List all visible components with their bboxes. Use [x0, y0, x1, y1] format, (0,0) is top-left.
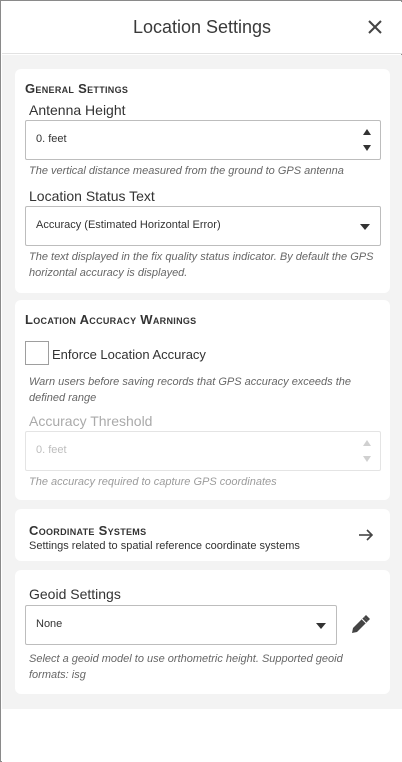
antenna-height-label: Antenna Height [29, 102, 126, 118]
coordinate-systems-title: Coordinate Systems [29, 523, 147, 538]
enforce-accuracy-checkbox[interactable] [25, 341, 49, 365]
arrow-right-icon[interactable] [358, 528, 374, 542]
chevron-down-icon [316, 623, 326, 629]
antenna-height-input[interactable]: 0. feet [25, 120, 381, 160]
geoid-value: None [36, 618, 63, 630]
geoid-hint: Select a geoid model to use orthometric … [29, 653, 343, 681]
antenna-height-value: 0. feet [36, 133, 67, 145]
coordinate-systems-subtitle: Settings related to spatial reference co… [29, 540, 300, 552]
location-status-value: Accuracy (Estimated Horizontal Error) [36, 219, 221, 231]
location-status-hint: The text displayed in the fix quality st… [29, 251, 374, 279]
close-button[interactable] [364, 16, 386, 38]
accuracy-threshold-input: 0. feet [25, 431, 381, 471]
enforce-accuracy-label[interactable]: Enforce Location Accuracy [52, 347, 206, 362]
geoid-settings-label: Geoid Settings [29, 586, 121, 602]
spin-up-icon[interactable] [362, 128, 372, 136]
panel-header: Location Settings [2, 2, 402, 54]
panel-footer [2, 709, 402, 762]
close-icon [368, 20, 382, 34]
general-settings-title: General Settings [25, 81, 129, 96]
spin-up-icon [363, 440, 371, 446]
spin-down-icon[interactable] [362, 144, 372, 152]
panel-title: Location Settings [132, 17, 272, 37]
coordinate-systems-card[interactable]: Coordinate Systems Settings related to s… [15, 509, 390, 561]
location-status-select[interactable]: Accuracy (Estimated Horizontal Error) [25, 206, 381, 246]
chevron-down-icon [360, 224, 370, 230]
general-settings-card: General Settings Antenna Height 0. feet … [15, 69, 390, 293]
accuracy-threshold-value: 0. feet [36, 444, 67, 456]
enforce-accuracy-hint: Warn users before saving records that GP… [29, 376, 352, 404]
accuracy-warnings-card: Location Accuracy Warnings Enforce Locat… [15, 300, 390, 500]
pencil-icon [352, 615, 370, 633]
location-settings-panel: Location Settings General Settings Anten… [0, 0, 402, 762]
geoid-settings-card: Geoid Settings None Select a geoid model… [15, 570, 390, 694]
spin-down-icon [363, 456, 371, 462]
accuracy-warnings-title: Location Accuracy Warnings [25, 312, 197, 327]
edit-geoid-button[interactable] [349, 614, 371, 636]
accuracy-threshold-hint: The accuracy required to capture GPS coo… [29, 476, 277, 488]
location-status-label: Location Status Text [29, 188, 155, 204]
accuracy-threshold-label: Accuracy Threshold [29, 413, 153, 429]
settings-content[interactable]: General Settings Antenna Height 0. feet … [2, 55, 402, 709]
antenna-height-hint: The vertical distance measured from the … [29, 165, 344, 177]
geoid-select[interactable]: None [25, 605, 337, 645]
